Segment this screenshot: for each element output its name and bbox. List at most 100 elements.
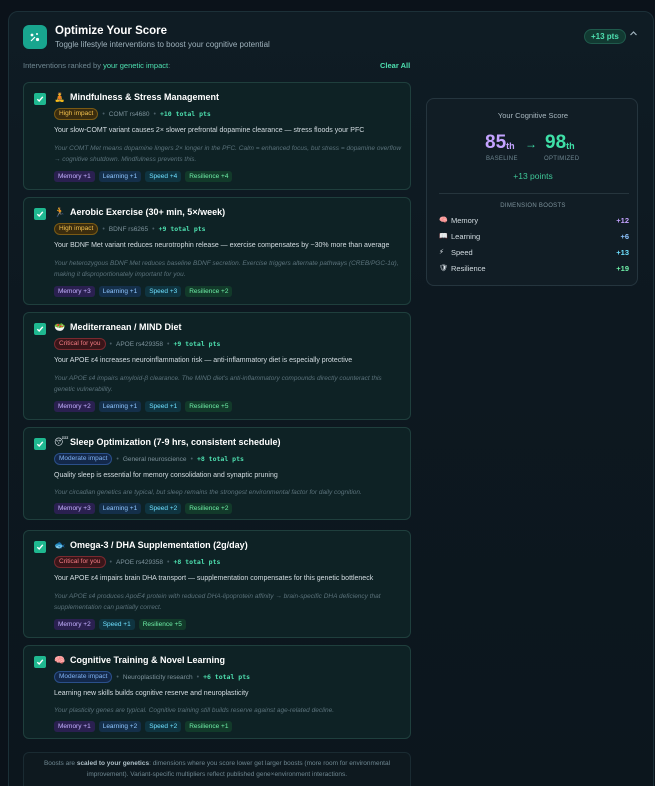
intervention-title: Mindfulness & Stress Management	[70, 92, 220, 102]
checkbox[interactable]	[34, 323, 46, 335]
boost-tags: Memory +3 Learning +1 Speed +2 Resilience +…	[54, 503, 233, 514]
intervention-icon: 🐟	[54, 540, 66, 550]
impact-badge: Critical for you	[54, 338, 106, 350]
dimension-label: Memory	[451, 215, 479, 225]
checkbox[interactable]	[34, 93, 46, 105]
ranked-prefix: Interventions ranked by	[23, 61, 101, 70]
intervention-card[interactable]: 🧠 Cognitive Training & Novel Learning Mo…	[23, 645, 411, 739]
chevron-up-icon[interactable]	[629, 29, 638, 40]
impact-badge: Moderate impact	[54, 671, 113, 683]
intervention-icon: 😴	[54, 437, 69, 447]
gene-source: Neuroplasticity research	[122, 673, 193, 681]
arrow-right-icon: →	[525, 137, 537, 151]
intervention-description: Quality sleep is essential for memory co…	[54, 472, 278, 479]
ranked-highlight: your genetic impact	[103, 61, 169, 70]
boost-tag: Resilience +5	[185, 401, 233, 412]
gene-source: General neuroscience	[122, 455, 187, 463]
separator-dot: •	[102, 225, 105, 233]
boost-tags: Memory +2 Speed +1 Resilience +5	[54, 619, 186, 630]
intervention-card[interactable]: 😴 Sleep Optimization (7-9 hrs, consisten…	[23, 427, 411, 520]
checkbox[interactable]	[34, 438, 46, 450]
impact-badge: Moderate impact	[54, 453, 113, 465]
gene-source: COMT rs4680	[108, 110, 150, 118]
intervention-note: Your COMT Met means dopamine lingers 2× …	[54, 145, 402, 163]
intervention-card[interactable]: 🐟 Omega-3 / DHA Supplementation (2g/day)…	[23, 530, 411, 638]
intervention-title: Aerobic Exercise (30+ min, 5×/week)	[70, 207, 226, 217]
footnote-prefix: Boosts are	[43, 760, 76, 767]
boost-tag: Resilience +1	[185, 721, 233, 732]
impact-badge: High impact	[54, 108, 99, 120]
dimension-label: Resilience	[451, 263, 486, 273]
optimized-value: 98	[545, 132, 567, 153]
boost-tags: Memory +2 Learning +1 Speed +1 Resilience +…	[54, 401, 233, 412]
boost-tag: Resilience +2	[185, 286, 233, 297]
score-title: Your Cognitive Score	[497, 111, 569, 120]
gene-source: APOE rs429358	[116, 558, 163, 566]
intervention-icon: 🥗	[54, 322, 66, 332]
baseline-suffix: th	[506, 141, 515, 151]
intervention-meta: Moderate impact • General neuroscience •…	[54, 453, 244, 465]
boost-tag: Learning +1	[98, 286, 142, 297]
intervention-icon: 🏃	[54, 207, 66, 217]
dimension-label: Learning	[451, 231, 481, 241]
intervention-card[interactable]: 🏃 Aerobic Exercise (30+ min, 5×/week) Hi…	[23, 197, 411, 305]
intervention-card[interactable]: 🥗 Mediterranean / MIND Diet Critical for…	[23, 312, 411, 420]
score-gain: +13 points	[513, 171, 553, 181]
dimension-value: +13	[616, 247, 629, 257]
boost-tag: Learning +1	[98, 401, 142, 412]
panel-title: Optimize Your Score	[55, 25, 168, 37]
intervention-description: Learning new skills builds cognitive res…	[54, 690, 249, 697]
total-points: +8 total pts	[173, 558, 221, 566]
optimized-suffix: th	[566, 141, 575, 151]
shield-icon: 🛡	[439, 265, 448, 272]
separator-dot: •	[116, 673, 119, 681]
intervention-description: Your BDNF Met variant reduces neurotroph…	[54, 242, 390, 249]
separator-dot: •	[109, 340, 112, 348]
separator-dot: •	[190, 455, 193, 463]
intervention-description: Your slow-COMT variant causes 2× slower …	[54, 127, 365, 134]
intervention-title: Cognitive Training & Novel Learning	[70, 655, 226, 665]
boost-tags: Memory +1 Learning +2 Speed +2 Resilience +…	[54, 721, 233, 732]
boost-tag: Learning +1	[98, 171, 142, 182]
ranked-by-label: Interventions ranked by your genetic imp…	[23, 61, 170, 70]
boost-tag: Speed +3	[145, 286, 182, 297]
intervention-note: Your heterozygous BDNF Met reduces basel…	[54, 260, 399, 278]
intervention-meta: Critical for you • APOE rs429358 • +8 to…	[54, 556, 220, 568]
boost-tag: Memory +2	[54, 401, 95, 412]
brain-icon: 🧠	[439, 217, 448, 224]
baseline-value: 85	[485, 132, 507, 153]
separator-dot: •	[102, 110, 105, 118]
intervention-title: Mediterranean / MIND Diet	[70, 322, 182, 332]
clear-all-button[interactable]: Clear All	[380, 61, 410, 70]
separator-dot: •	[109, 558, 112, 566]
intervention-icon: 🧘	[54, 92, 66, 102]
boost-tag: Resilience +4	[185, 171, 233, 182]
boost-tag: Learning +1	[98, 503, 142, 514]
checkbox[interactable]	[34, 208, 46, 220]
intervention-icon: 🧠	[54, 655, 66, 665]
boost-tag: Learning +2	[98, 721, 142, 732]
dimension-boosts-heading: DIMENSION BOOSTS	[500, 203, 566, 209]
baseline-label: BASELINE	[486, 156, 518, 162]
dimension-row: 📖 Learning +6	[439, 230, 629, 242]
baseline-score: 85th	[485, 132, 515, 154]
intervention-card[interactable]: 🧘 Mindfulness & Stress Management High i…	[23, 82, 411, 190]
points-badge: +13 pts	[584, 29, 626, 44]
boost-tag: Speed +4	[145, 171, 182, 182]
intervention-meta: Critical for you • APOE rs429358 • +9 to…	[54, 338, 220, 350]
dimension-row: 🛡 Resilience +19	[439, 262, 629, 274]
dimension-row: ⚡ Speed +13	[439, 246, 629, 258]
checkbox[interactable]	[34, 656, 46, 668]
checkbox[interactable]	[34, 541, 46, 553]
ranked-suffix: :	[168, 61, 171, 70]
boost-tag: Memory +2	[54, 619, 95, 630]
intervention-note: Your APOE ε4 produces ApoE4 protein with…	[54, 593, 381, 611]
separator-dot: •	[152, 225, 155, 233]
lightning-icon: ⚡	[439, 249, 444, 256]
boost-tag: Resilience +2	[185, 503, 233, 514]
divider	[439, 193, 629, 194]
intervention-meta: High impact • BDNF rs6265 • +9 total pts	[54, 223, 206, 235]
dimension-value: +12	[616, 215, 629, 225]
intervention-description: Your APOE ε4 impairs brain DHA transport…	[54, 575, 374, 582]
dimension-value: +6	[620, 231, 629, 241]
